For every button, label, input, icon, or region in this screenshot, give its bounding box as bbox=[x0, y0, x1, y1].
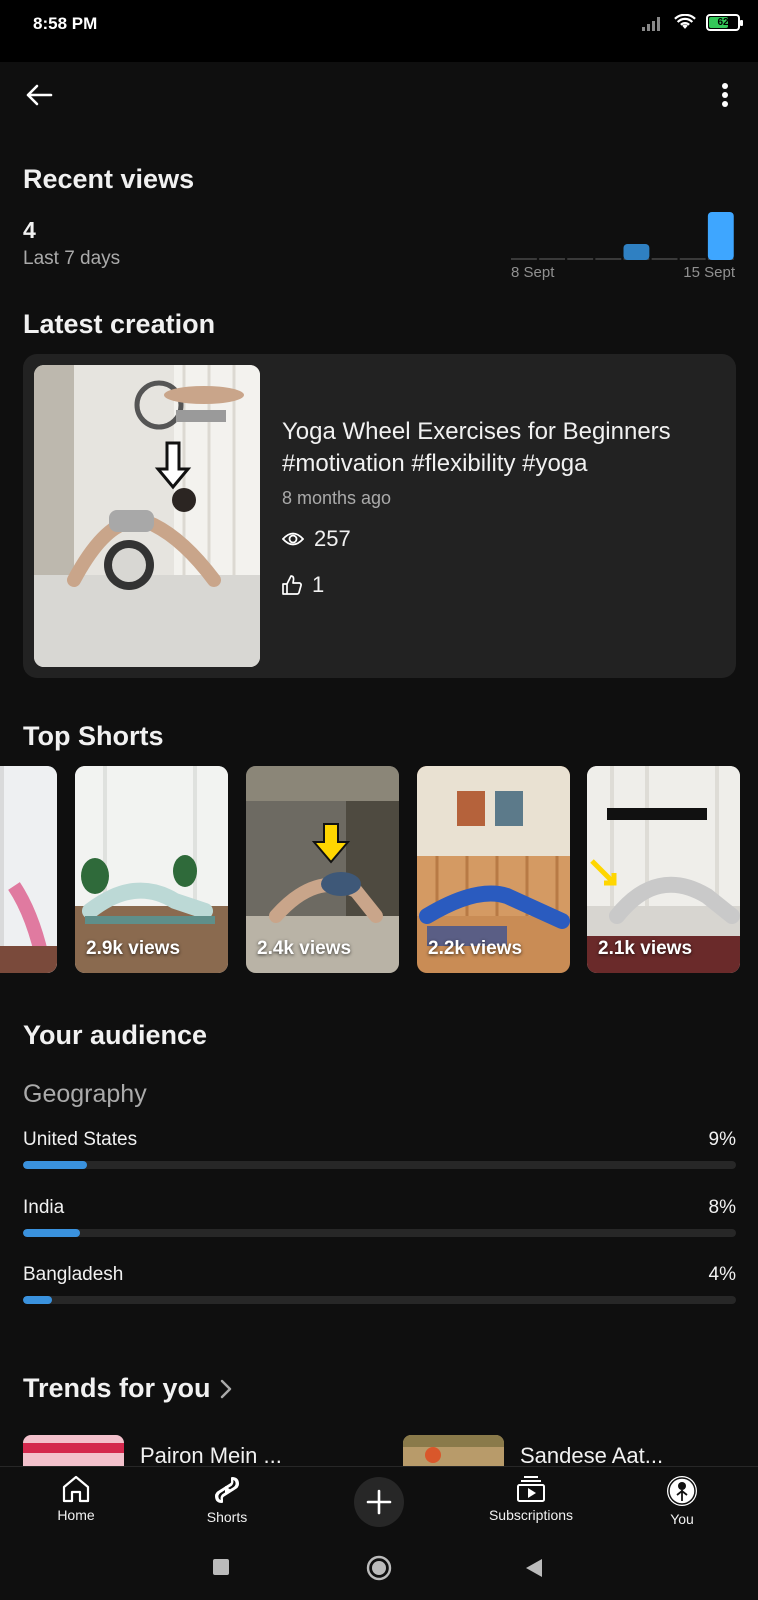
nav-you[interactable]: You bbox=[622, 1475, 742, 1527]
country-name: India bbox=[23, 1197, 65, 1218]
recents-square-icon[interactable] bbox=[212, 1558, 230, 1576]
chart-baseline-segment bbox=[651, 258, 678, 260]
recent-views-title: Recent views bbox=[23, 164, 195, 194]
chart-baseline-segment bbox=[567, 258, 594, 260]
nav-shorts-label: Shorts bbox=[206, 1509, 248, 1525]
avatar bbox=[667, 1476, 697, 1506]
recent-views-chart bbox=[511, 212, 734, 260]
trend-item[interactable]: Pairon Mein ... bbox=[23, 1435, 282, 1469]
country-bar-fill bbox=[23, 1161, 88, 1169]
short-views: 2.4k views bbox=[257, 938, 352, 959]
trend-item[interactable]: Sandese Aat... bbox=[403, 1435, 663, 1469]
top-bar bbox=[0, 62, 758, 128]
status-time: 8:58 PM bbox=[33, 14, 98, 33]
nav-shorts[interactable]: Shorts bbox=[167, 1475, 287, 1525]
nav-home[interactable]: Home bbox=[16, 1475, 136, 1523]
battery-level: 62 bbox=[717, 17, 729, 28]
chart-baseline-segment bbox=[511, 258, 537, 260]
trend-thumbnail bbox=[23, 1435, 124, 1467]
status-icons: 62 bbox=[642, 14, 743, 31]
country-bar-track bbox=[23, 1161, 736, 1169]
more-options-button[interactable] bbox=[708, 78, 742, 112]
chart-baseline-segment bbox=[679, 258, 706, 260]
country-percent: 9% bbox=[708, 1129, 736, 1150]
system-navigation-bar bbox=[0, 1538, 758, 1600]
nav-home-label: Home bbox=[57, 1507, 95, 1523]
short-tile[interactable]: 2.2k views bbox=[417, 766, 570, 973]
short-tile[interactable]: 2.4k views bbox=[246, 766, 399, 973]
top-shorts-title: Top Shorts bbox=[23, 721, 164, 751]
latest-creation-card[interactable]: Yoga Wheel Exercises for Beginners #moti… bbox=[23, 354, 736, 678]
chart-bar-12-sept bbox=[623, 244, 650, 260]
more-vert-icon bbox=[722, 83, 728, 107]
bottom-navigation: Home Shorts Subscriptions You bbox=[0, 1466, 758, 1538]
home-circle-icon[interactable] bbox=[366, 1555, 392, 1581]
country-percent: 4% bbox=[708, 1264, 736, 1285]
top-shorts-carousel[interactable]: ws 2.9k views 2.4k views bbox=[0, 766, 758, 973]
signal-icon bbox=[642, 16, 660, 31]
geo-row-india: India 8% bbox=[23, 1197, 736, 1241]
short-views: 2.9k views bbox=[86, 938, 181, 959]
nav-you-label: You bbox=[670, 1511, 694, 1527]
chart-tick-end: 15 Sept bbox=[683, 264, 735, 281]
short-tile[interactable]: ws bbox=[0, 766, 57, 973]
geography-heading: Geography bbox=[23, 1080, 147, 1108]
country-bar-fill bbox=[23, 1229, 81, 1237]
subscriptions-icon bbox=[517, 1476, 545, 1502]
your-audience-title: Your audience bbox=[23, 1020, 208, 1050]
country-bar-track bbox=[23, 1296, 736, 1304]
short-views: 2.1k views bbox=[598, 938, 693, 959]
country-bar-fill bbox=[23, 1296, 52, 1304]
chart-baseline-segment bbox=[595, 258, 622, 260]
trend-thumbnail-image bbox=[23, 1435, 124, 1467]
latest-creation-video-title[interactable]: Yoga Wheel Exercises for Beginners #moti… bbox=[282, 416, 722, 480]
recent-views-count: 4 bbox=[23, 217, 36, 243]
short-tile[interactable]: 2.1k views bbox=[587, 766, 740, 973]
trends-title: Trends for you bbox=[23, 1373, 211, 1403]
home-icon bbox=[62, 1475, 90, 1503]
short-tile[interactable]: 2.9k views bbox=[75, 766, 228, 973]
trend-thumbnail bbox=[403, 1435, 504, 1467]
shorts-icon bbox=[215, 1477, 239, 1503]
country-bar-track bbox=[23, 1229, 736, 1237]
back-triangle-icon[interactable] bbox=[524, 1557, 544, 1579]
chart-baseline-segment bbox=[539, 258, 565, 260]
country-name: United States bbox=[23, 1129, 138, 1150]
eye-icon bbox=[282, 532, 304, 546]
trends-for-you-link[interactable]: Trends for you bbox=[23, 1373, 233, 1404]
latest-creation-thumbnail[interactable] bbox=[34, 365, 260, 667]
wifi-icon bbox=[674, 14, 696, 29]
nav-subscriptions[interactable]: Subscriptions bbox=[471, 1475, 591, 1523]
create-button[interactable] bbox=[354, 1477, 404, 1527]
battery-icon: 62 bbox=[706, 14, 743, 31]
latest-creation-title: Latest creation bbox=[23, 309, 216, 339]
chart-tick-start: 8 Sept bbox=[511, 264, 555, 281]
back-button[interactable] bbox=[22, 78, 56, 112]
short-thumbnail-image bbox=[0, 766, 57, 973]
yoga-wheel-thumbnail-image bbox=[34, 365, 260, 667]
chevron-right-icon bbox=[220, 1379, 231, 1398]
short-views: 2.2k views bbox=[428, 938, 523, 959]
likes-value: 1 bbox=[312, 572, 325, 597]
latest-creation-views: 257 bbox=[282, 526, 351, 552]
country-name: Bangladesh bbox=[23, 1264, 124, 1285]
plus-icon bbox=[366, 1489, 392, 1515]
nav-subscriptions-label: Subscriptions bbox=[488, 1507, 574, 1523]
recent-views-period: Last 7 days bbox=[23, 248, 121, 269]
status-bar: 8:58 PM 62 bbox=[0, 0, 758, 62]
chart-bar-15-sept bbox=[707, 212, 734, 260]
trend-thumbnail-image bbox=[403, 1435, 504, 1467]
geo-row-united-states: United States 9% bbox=[23, 1129, 736, 1173]
views-value: 257 bbox=[314, 526, 351, 551]
latest-creation-likes: 1 bbox=[282, 572, 324, 598]
country-percent: 8% bbox=[708, 1197, 736, 1218]
back-arrow-icon bbox=[26, 84, 53, 106]
latest-creation-age: 8 months ago bbox=[282, 488, 392, 508]
thumbs-up-icon bbox=[282, 575, 302, 595]
geo-row-bangladesh: Bangladesh 4% bbox=[23, 1264, 736, 1308]
